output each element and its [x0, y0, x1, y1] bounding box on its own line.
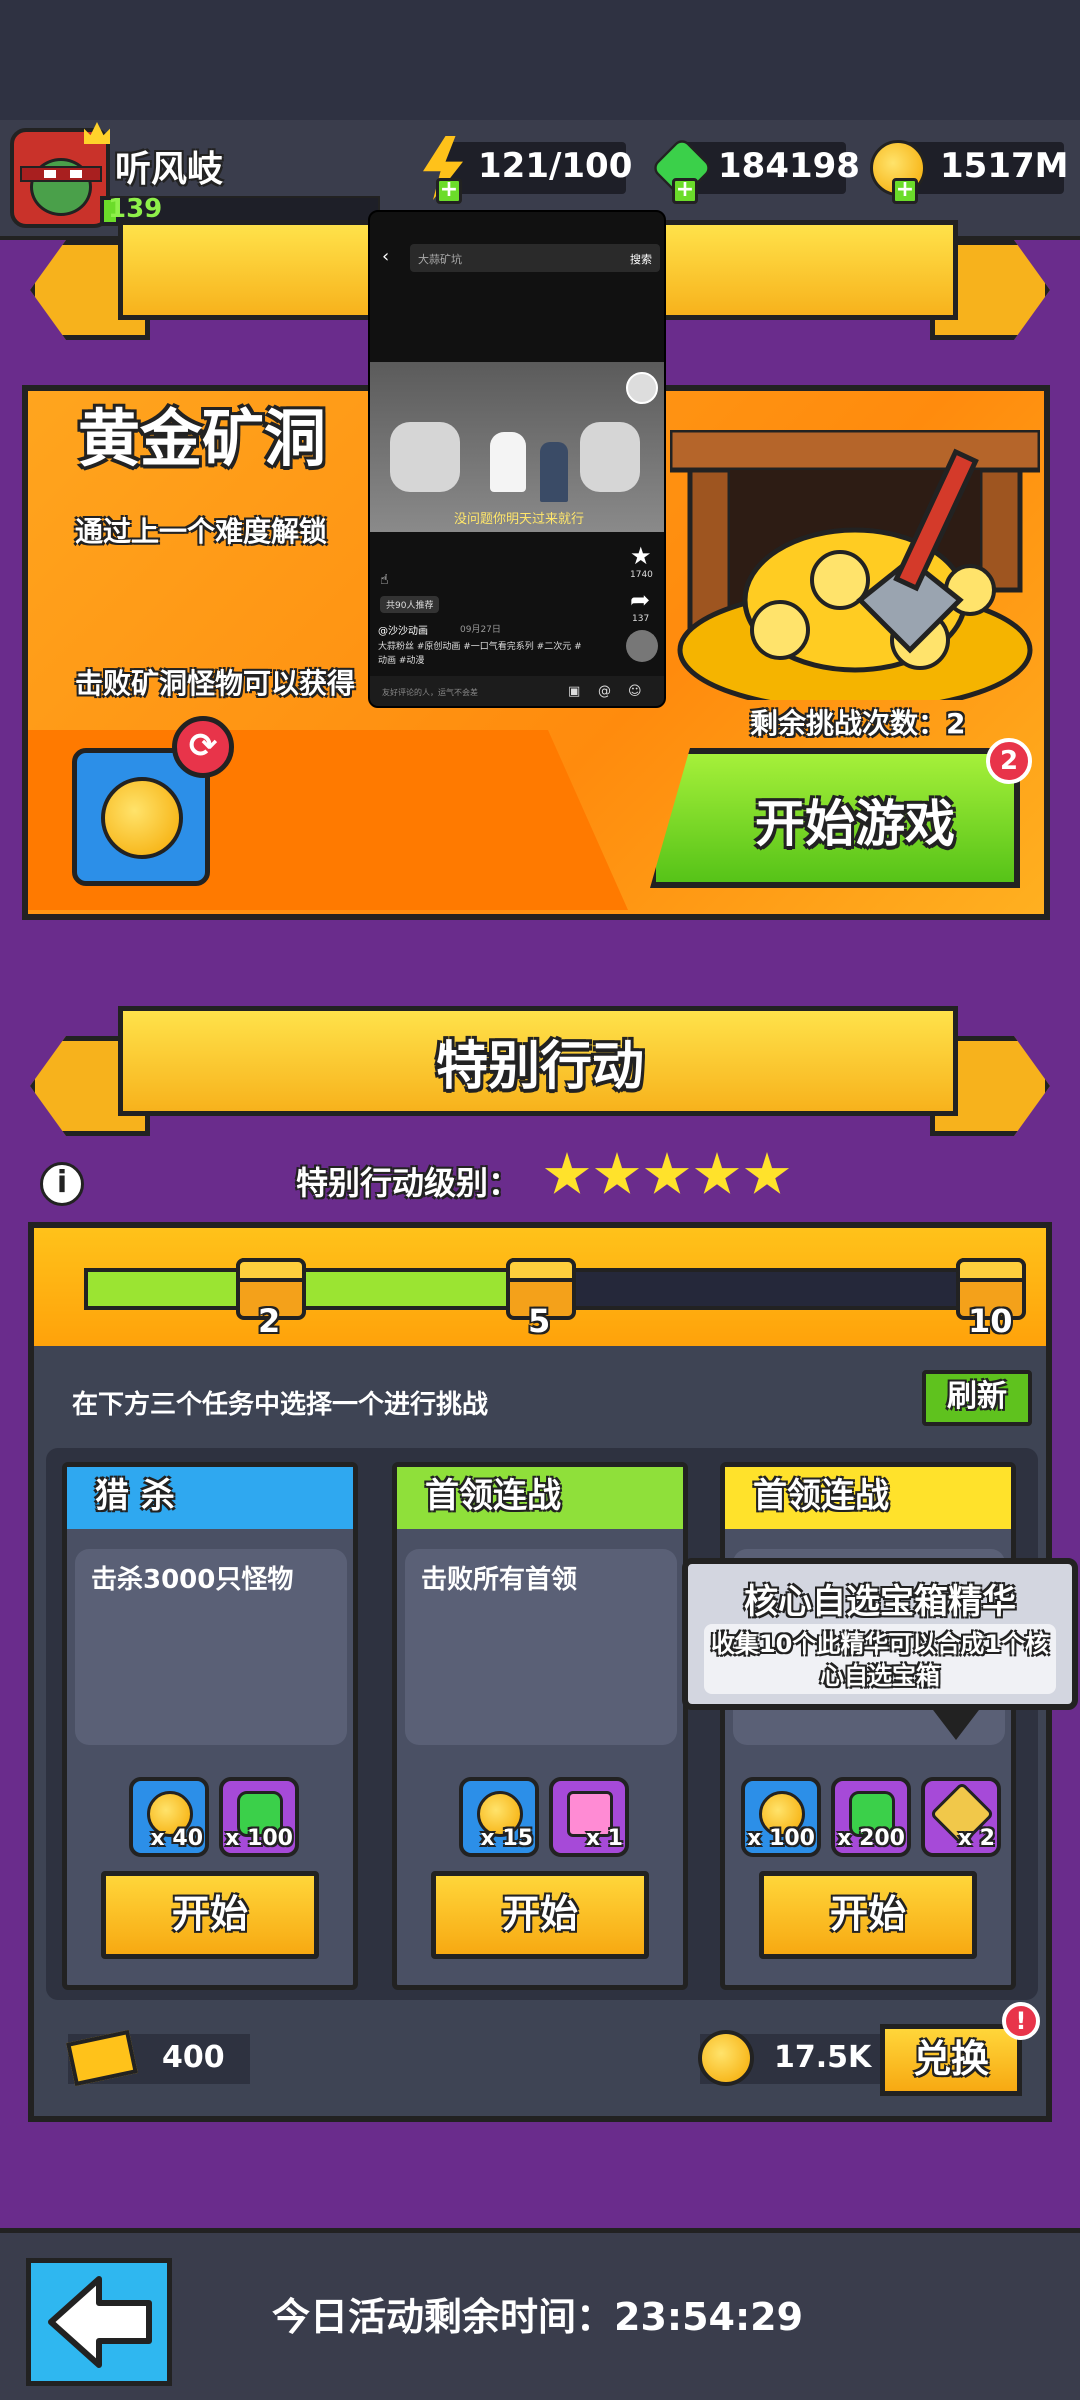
like-count: 1740 — [630, 570, 653, 580]
reward-qty: x 1 — [585, 1826, 623, 1851]
task-title: 首领连战 — [397, 1467, 683, 1529]
add-energy-icon[interactable]: + — [436, 178, 462, 204]
add-gems-icon[interactable]: + — [672, 178, 698, 204]
refresh-icon[interactable]: ⟳ — [172, 716, 234, 778]
video-search-input[interactable]: 大蒜矿坑 搜索 — [410, 244, 660, 272]
mine-reward-text: 击败矿洞怪物可以获得 — [75, 667, 356, 700]
star-icon-4 — [694, 1152, 740, 1194]
mention-icon[interactable]: @ — [598, 684, 611, 699]
essence-tooltip: 核心自选宝箱精华 收集10个此精华可以合成1个核心自选宝箱 — [682, 1558, 1078, 1710]
reward-qty: x 100 — [747, 1826, 815, 1851]
video-frame[interactable]: 没问题你明天过来就行 — [370, 362, 664, 532]
back-arrow-icon — [48, 2276, 152, 2368]
coin-icon — [698, 2030, 754, 2086]
task-desc: 击杀3000只怪物 — [91, 1565, 294, 1595]
reward-qty: x 15 — [480, 1826, 533, 1851]
info-icon[interactable]: i — [40, 1162, 84, 1206]
start-game-button[interactable]: 开始游戏 — [650, 748, 1020, 888]
start-button[interactable]: 开始 — [101, 1871, 319, 1959]
start-button[interactable]: 开始 — [759, 1871, 977, 1959]
special-title: 特别行动 — [435, 1037, 644, 1097]
video-date: 09月27日 — [460, 625, 501, 635]
recommend-chip[interactable]: 共90人推荐 — [380, 596, 440, 613]
reward-qty: x 40 — [150, 1826, 203, 1851]
coin-balance: 17.5K — [774, 2040, 872, 2075]
task-card-hunt[interactable]: 猎 杀 击杀3000只怪物 x 40 x 100 开始 — [62, 1462, 358, 1990]
mine-unlock-text: 通过上一个难度解锁 — [75, 515, 328, 548]
gems-value: 184198 — [718, 146, 860, 186]
video-search-text: 大蒜矿坑 — [418, 253, 462, 266]
status-bar — [0, 0, 1080, 120]
player-name: 听风岐 — [115, 149, 224, 190]
exchange-button[interactable]: 兑换 — [880, 2024, 1022, 2096]
reward-qty: x 100 — [225, 1826, 293, 1851]
reward-gem[interactable]: x 100 — [219, 1777, 299, 1857]
task-desc-box: 击杀3000只怪物 — [75, 1549, 347, 1745]
milestone-5: 5 — [528, 1302, 551, 1340]
music-disc-icon[interactable] — [626, 630, 658, 662]
comment-placeholder: 友好评论的人，运气不会差 — [382, 688, 478, 697]
remaining-challenges: 剩余挑战次数：2 — [750, 707, 966, 740]
gold-pile-icon — [670, 430, 1040, 700]
reward-coin[interactable]: x 15 — [459, 1777, 539, 1857]
reward-essence[interactable]: x 2 — [921, 1777, 1001, 1857]
event-time-remaining: 今日活动剩余时间：23:54:29 — [272, 2295, 804, 2339]
image-icon[interactable]: ▣ — [568, 684, 580, 699]
start-game-label: 开始游戏 — [755, 795, 955, 853]
task-instruction: 在下方三个任务中选择一个进行挑战 — [72, 1390, 489, 1420]
refresh-button[interactable]: 刷新 — [922, 1370, 1032, 1426]
hand-icon: ☝ — [380, 572, 389, 588]
comment-bar[interactable]: 友好评论的人，运气不会差 ▣ @ ☺ — [370, 676, 664, 706]
task-desc: 击败所有首领 — [421, 1565, 578, 1595]
share-icon[interactable]: ➦ — [630, 586, 650, 614]
share-count: 137 — [632, 614, 650, 624]
reward-qty: x 200 — [837, 1826, 905, 1851]
heart-icon[interactable]: ★ — [630, 542, 652, 570]
tooltip-title: 核心自选宝箱精华 — [744, 1582, 1016, 1622]
reward-gem[interactable]: x 200 — [831, 1777, 911, 1857]
video-caption: 大蒜粉丝 #原创动画 #一口气看完系列 #二次元 #动画 #动漫 — [378, 642, 582, 666]
coins-value: 1517M — [940, 146, 1069, 186]
task-title: 首领连战 — [725, 1467, 1011, 1529]
task-card-boss-rush[interactable]: 首领连战 击败所有首领 x 15 x 1 开始 — [392, 1462, 688, 1990]
tooltip-tail — [930, 1706, 982, 1740]
start-button[interactable]: 开始 — [431, 1871, 649, 1959]
special-level-label: 特别行动级别： — [296, 1164, 521, 1202]
emoji-icon[interactable]: ☺ — [628, 684, 642, 699]
start-game-badge: 2 — [986, 738, 1032, 784]
task-title: 猎 杀 — [67, 1467, 353, 1529]
reward-gift[interactable]: x 1 — [549, 1777, 629, 1857]
mine-title: 黄金矿洞 — [78, 402, 327, 475]
back-icon[interactable]: ‹ — [382, 246, 389, 267]
star-icon-2 — [594, 1152, 640, 1194]
add-coins-icon[interactable]: + — [892, 178, 918, 204]
video-overlay[interactable]: ‹ 大蒜矿坑 搜索 没问题你明天过来就行 ★ 1740 ➦ 137 ☝ 共90人… — [368, 210, 666, 708]
star-icon-3 — [644, 1152, 690, 1194]
star-icon-1 — [544, 1152, 590, 1194]
star-icon-5 — [744, 1152, 790, 1194]
reward-qty: x 2 — [957, 1826, 995, 1851]
milestone-2: 2 — [258, 1302, 281, 1340]
author-avatar[interactable] — [626, 372, 658, 404]
coin-icon — [101, 777, 183, 859]
video-author[interactable]: @沙沙动画 — [378, 622, 428, 637]
video-subtitle: 没问题你明天过来就行 — [453, 512, 584, 527]
back-button[interactable] — [26, 2258, 172, 2386]
exchange-badge: ! — [1002, 2002, 1040, 2040]
reward-coin[interactable]: x 40 — [129, 1777, 209, 1857]
tooltip-body: 收集10个此精华可以合成1个核心自选宝箱 — [704, 1624, 1056, 1694]
ticket-count: 400 — [162, 2040, 225, 2075]
video-search-button[interactable]: 搜索 — [630, 251, 652, 267]
reward-coin[interactable]: x 100 — [741, 1777, 821, 1857]
milestone-10: 10 — [968, 1302, 1013, 1340]
progress-fill — [88, 1272, 527, 1306]
task-desc-box: 击败所有首领 — [405, 1549, 677, 1745]
energy-value: 121/100 — [478, 146, 633, 186]
